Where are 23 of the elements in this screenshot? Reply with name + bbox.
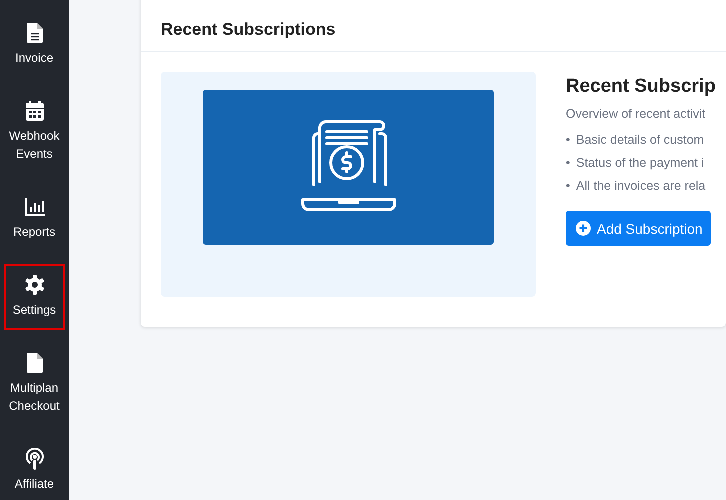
sidebar-item[interactable]: Webhook Events <box>4 90 65 174</box>
bullet-item: Basic details of custom <box>576 132 704 149</box>
card-title: Recent Subscriptions <box>161 20 336 40</box>
section-heading: Recent Subscrip <box>566 75 716 99</box>
sidebar-item[interactable]: Settings <box>4 264 65 330</box>
broadcast-icon <box>26 448 44 470</box>
sidebar-item[interactable]: Reports <box>4 186 65 252</box>
bullet-icon: • <box>566 154 570 172</box>
description: Overview of recent activit <box>566 107 707 121</box>
sidebar-item[interactable]: Invoice <box>4 12 65 78</box>
plus-circle-icon <box>576 221 591 236</box>
file-icon <box>26 353 42 373</box>
calendar-icon <box>26 101 44 121</box>
bullet-icon: • <box>566 177 570 195</box>
bar-chart-icon <box>24 198 44 216</box>
settings-icon <box>24 275 44 295</box>
bullet-icon: • <box>566 131 570 149</box>
add-subscription-button[interactable]: Add Subscription <box>566 211 711 246</box>
bullet-item: Status of the payment i <box>576 155 704 172</box>
document-icon <box>26 23 42 43</box>
bullet-item: All the invoices are rela <box>576 178 706 195</box>
sidebar-item[interactable]: Affiliate <box>4 438 65 500</box>
sidebar-item[interactable]: Multiplan Checkout <box>4 342 65 426</box>
